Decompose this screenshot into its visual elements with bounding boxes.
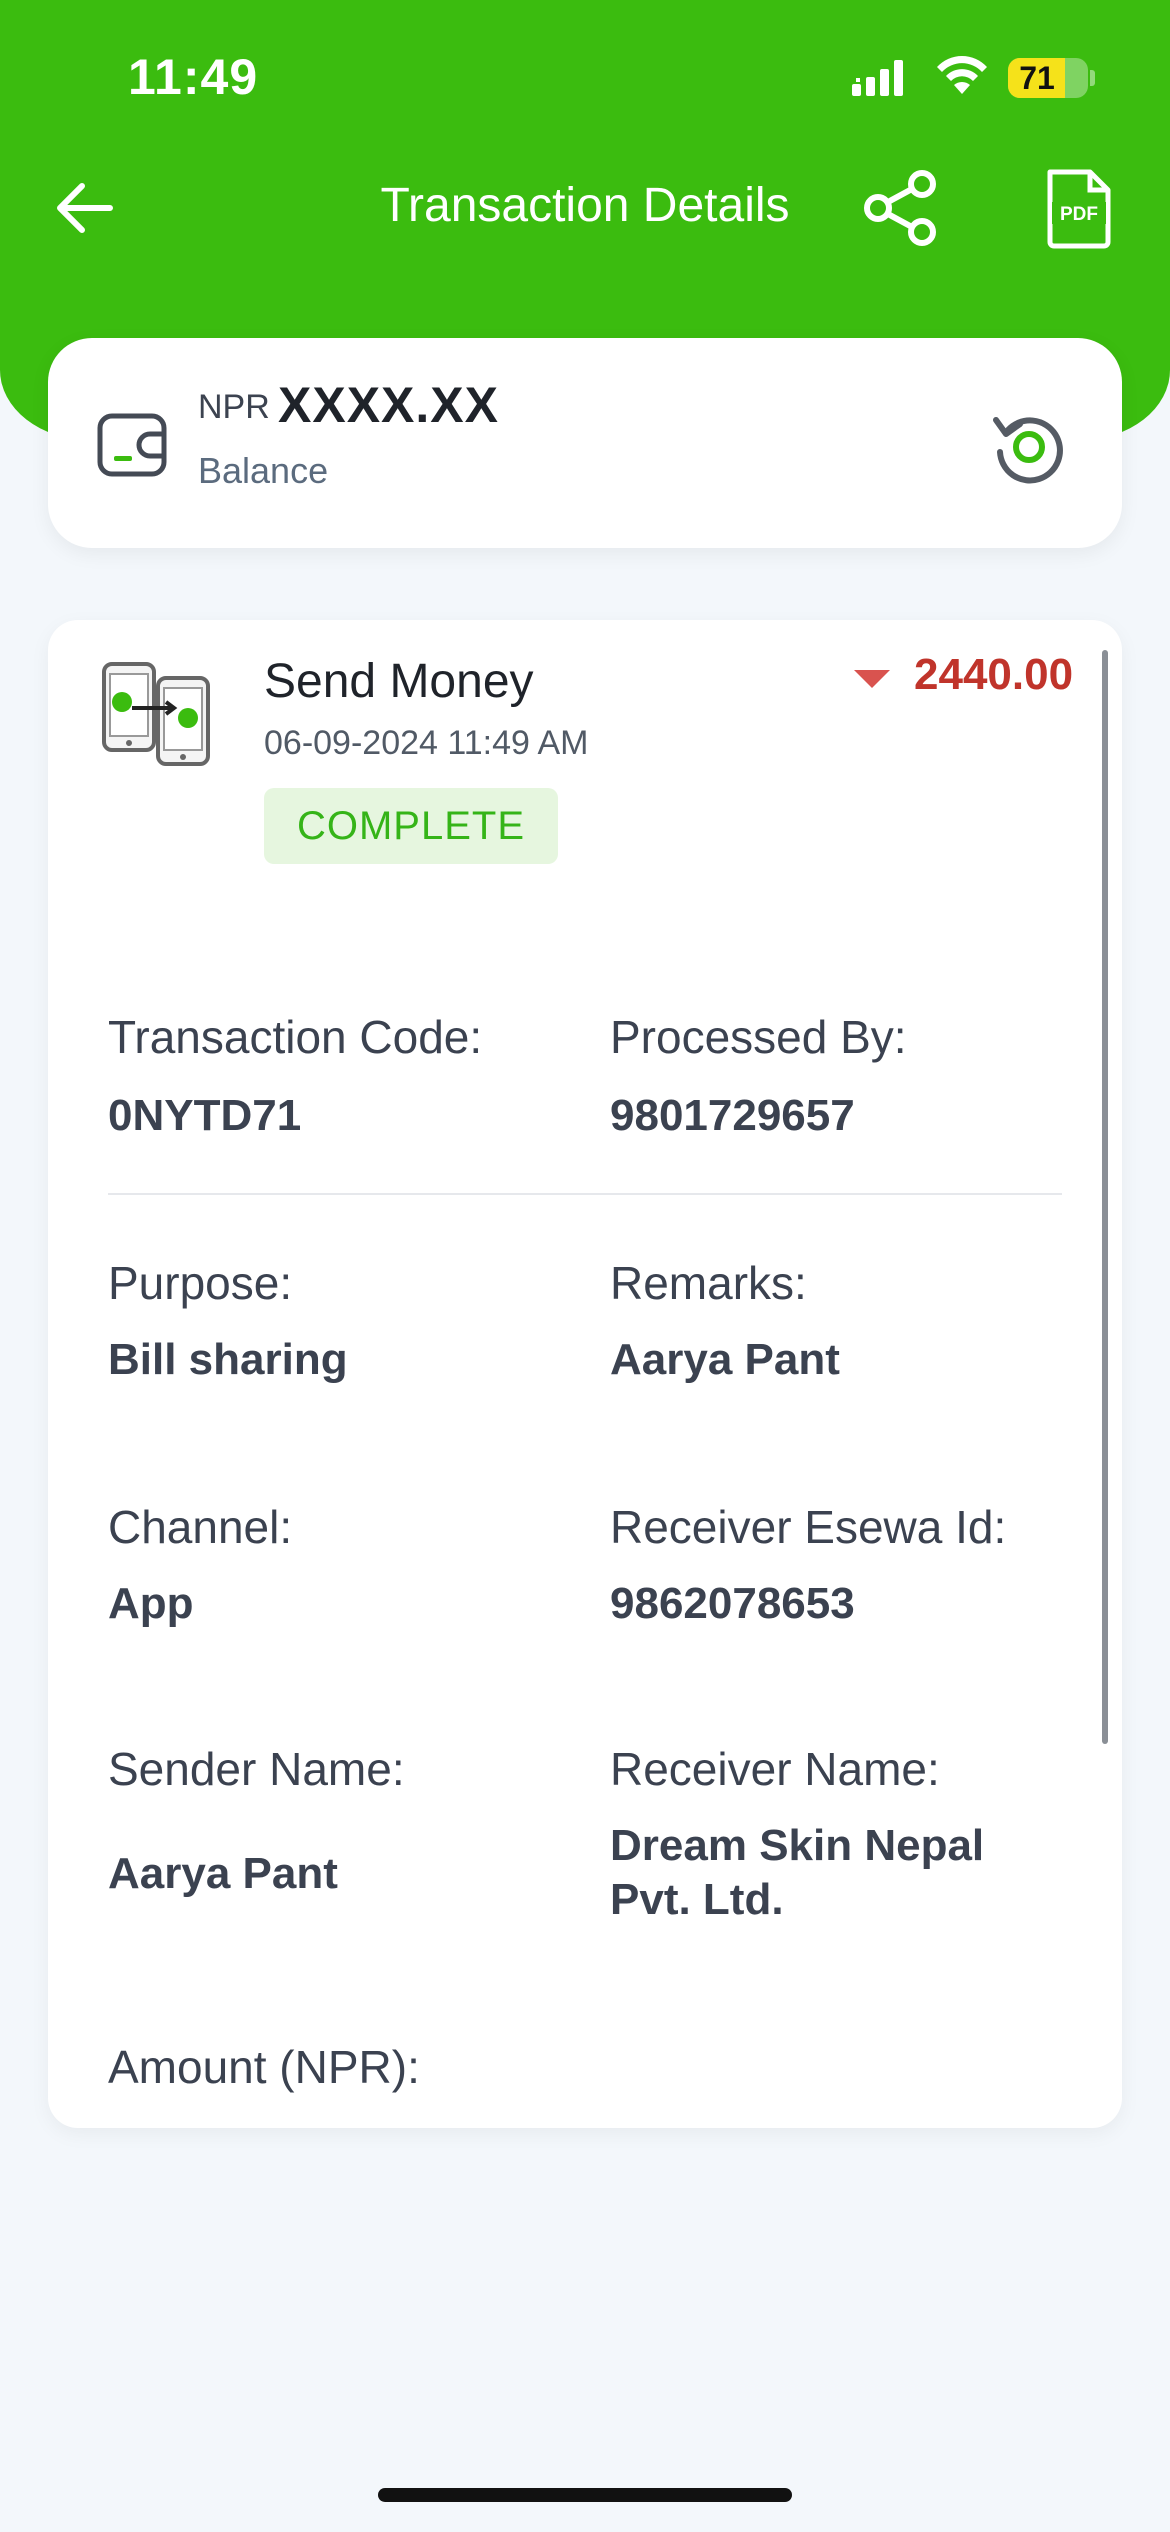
channel-label: Channel:	[108, 1501, 293, 1553]
remarks-label: Remarks:	[610, 1257, 807, 1309]
receiver-name-label: Receiver Name:	[610, 1743, 940, 1795]
transaction-type: Send Money	[264, 655, 534, 708]
share-icon[interactable]	[862, 168, 942, 248]
transaction-date: 06-09-2024 11:49 AM	[264, 724, 589, 762]
purpose-value: Bill sharing	[108, 1335, 348, 1384]
status-time: 11:49	[128, 49, 259, 105]
purpose-label: Purpose:	[108, 1257, 293, 1309]
pdf-icon[interactable]: PDF	[1044, 166, 1114, 250]
divider	[108, 1193, 1062, 1195]
status-badge: COMPLETE	[264, 788, 558, 864]
receiver-esewa-id-label: Receiver Esewa Id:	[610, 1501, 1007, 1553]
sender-name-value: Aarya Pant	[108, 1849, 338, 1898]
balance-amount: XXXX.XX	[278, 377, 499, 433]
home-indicator[interactable]	[378, 2488, 792, 2502]
battery-icon: 71	[1008, 58, 1088, 98]
send-money-icon	[102, 662, 210, 766]
sender-name-label: Sender Name:	[108, 1743, 405, 1795]
back-arrow-icon[interactable]	[52, 176, 116, 240]
processed-by-label: Processed By:	[610, 1011, 907, 1063]
wallet-icon	[97, 413, 167, 477]
transaction-code-label: Transaction Code:	[108, 1011, 483, 1063]
balance-currency: NPR	[198, 388, 270, 426]
receiver-name-line-2: Pvt. Ltd.	[610, 1875, 784, 1924]
processed-by-value: 9801729657	[610, 1091, 855, 1140]
receiver-esewa-id-value: 9862078653	[610, 1579, 855, 1628]
scrollbar[interactable]	[1102, 650, 1108, 1744]
channel-value: App	[108, 1579, 194, 1628]
balance-label: Balance	[198, 450, 329, 491]
status-bar: 11:49 71	[0, 0, 1170, 150]
balance-card: NPR XXXX.XX Balance	[48, 338, 1122, 548]
transaction-amount: 2440.00	[914, 650, 1074, 699]
remarks-value: Aarya Pant	[610, 1335, 840, 1384]
svg-text:PDF: PDF	[1060, 204, 1098, 225]
amount-npr-label: Amount (NPR):	[108, 2041, 420, 2093]
transaction-details-card: Send Money 06-09-2024 11:49 AM COMPLETE …	[48, 620, 1122, 2128]
cellular-signal-icon	[852, 60, 903, 96]
transaction-code-value: 0NYTD71	[108, 1091, 302, 1140]
battery-level: 71	[1019, 60, 1055, 96]
page-title: Transaction Details	[380, 179, 790, 232]
refresh-icon[interactable]	[988, 406, 1070, 488]
wifi-icon	[937, 56, 987, 94]
down-arrow-icon	[854, 670, 890, 688]
receiver-name-line-1: Dream Skin Nepal	[610, 1821, 985, 1870]
